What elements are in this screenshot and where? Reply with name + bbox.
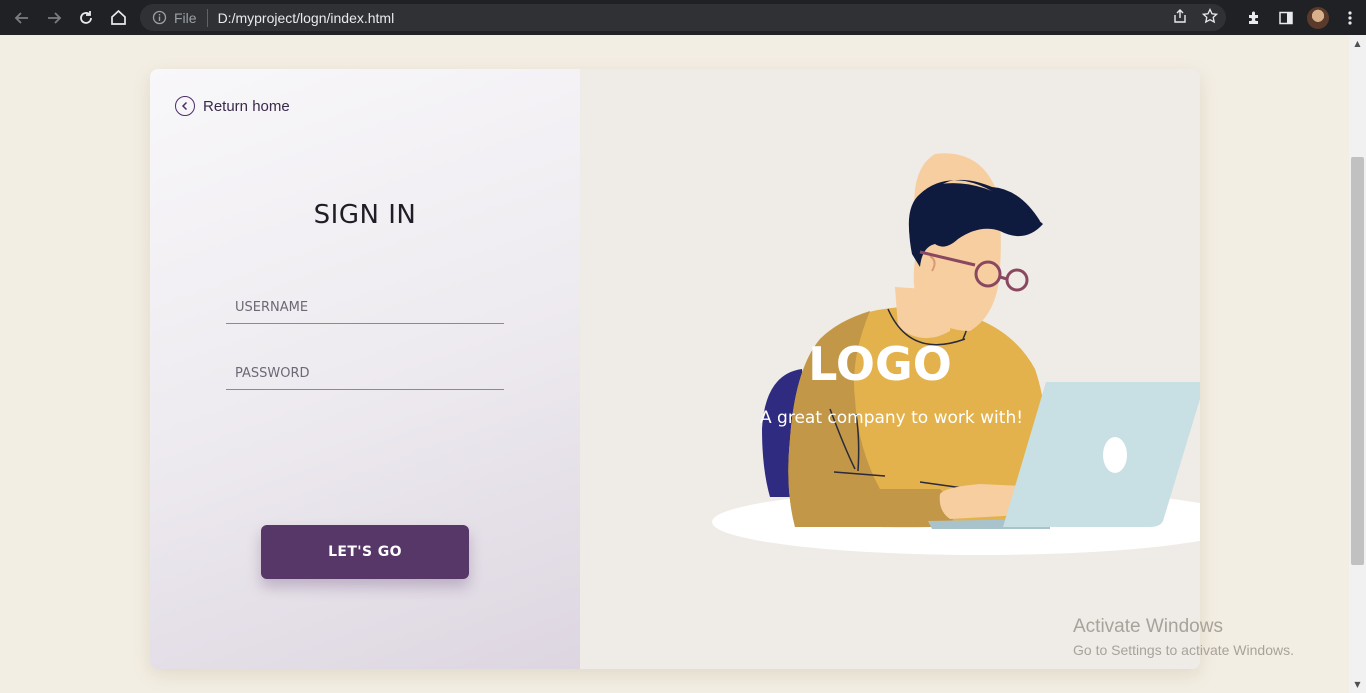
password-field: [226, 354, 504, 390]
windows-activation-watermark: Activate Windows Go to Settings to activ…: [1073, 616, 1294, 658]
scroll-up-arrow-icon[interactable]: ▲: [1349, 35, 1366, 52]
page-scrollbar[interactable]: ▲ ▼: [1349, 35, 1366, 693]
url-separator: [206, 8, 208, 27]
login-card: Return home SIGN IN LET'S GO: [150, 69, 1200, 669]
home-icon[interactable]: [102, 0, 134, 35]
return-home-label: Return home: [203, 97, 290, 115]
brand-logo: LOGO: [580, 337, 1200, 391]
brand-tagline: A great company to work with!: [760, 408, 1024, 428]
reload-icon[interactable]: [70, 0, 102, 35]
star-icon[interactable]: [1201, 7, 1219, 28]
url-text[interactable]: D:/myproject/logn/index.html: [218, 10, 395, 26]
back-icon[interactable]: [6, 0, 38, 35]
profile-avatar[interactable]: [1302, 0, 1334, 35]
brand-panel: LOGO A great company to work with!: [580, 69, 1200, 669]
watermark-line-1: Activate Windows: [1073, 616, 1223, 637]
share-icon[interactable]: [1172, 8, 1188, 28]
chevron-left-icon: [175, 96, 195, 116]
watermark-line-2: Go to Settings to activate Windows.: [1073, 642, 1294, 658]
side-panel-icon[interactable]: [1270, 0, 1302, 35]
scroll-down-arrow-icon[interactable]: ▼: [1349, 676, 1366, 693]
extensions-icon[interactable]: [1238, 0, 1270, 35]
info-icon[interactable]: [150, 9, 168, 27]
url-scheme-label: File: [174, 9, 197, 26]
browser-toolbar: File D:/myproject/logn/index.html: [0, 0, 1366, 35]
sign-in-panel: Return home SIGN IN LET'S GO: [150, 69, 580, 669]
scroll-thumb[interactable]: [1351, 157, 1364, 565]
return-home-link[interactable]: Return home: [175, 96, 290, 116]
forward-icon[interactable]: [38, 0, 70, 35]
username-field: [226, 288, 504, 324]
username-input[interactable]: [226, 288, 504, 323]
brand-logo-text: LOGO: [808, 337, 952, 391]
lets-go-button[interactable]: LET'S GO: [261, 525, 469, 579]
sign-in-title: SIGN IN: [313, 200, 417, 230]
address-bar[interactable]: File D:/myproject/logn/index.html: [140, 4, 1226, 31]
menu-icon[interactable]: [1334, 0, 1366, 35]
password-input[interactable]: [226, 354, 504, 389]
